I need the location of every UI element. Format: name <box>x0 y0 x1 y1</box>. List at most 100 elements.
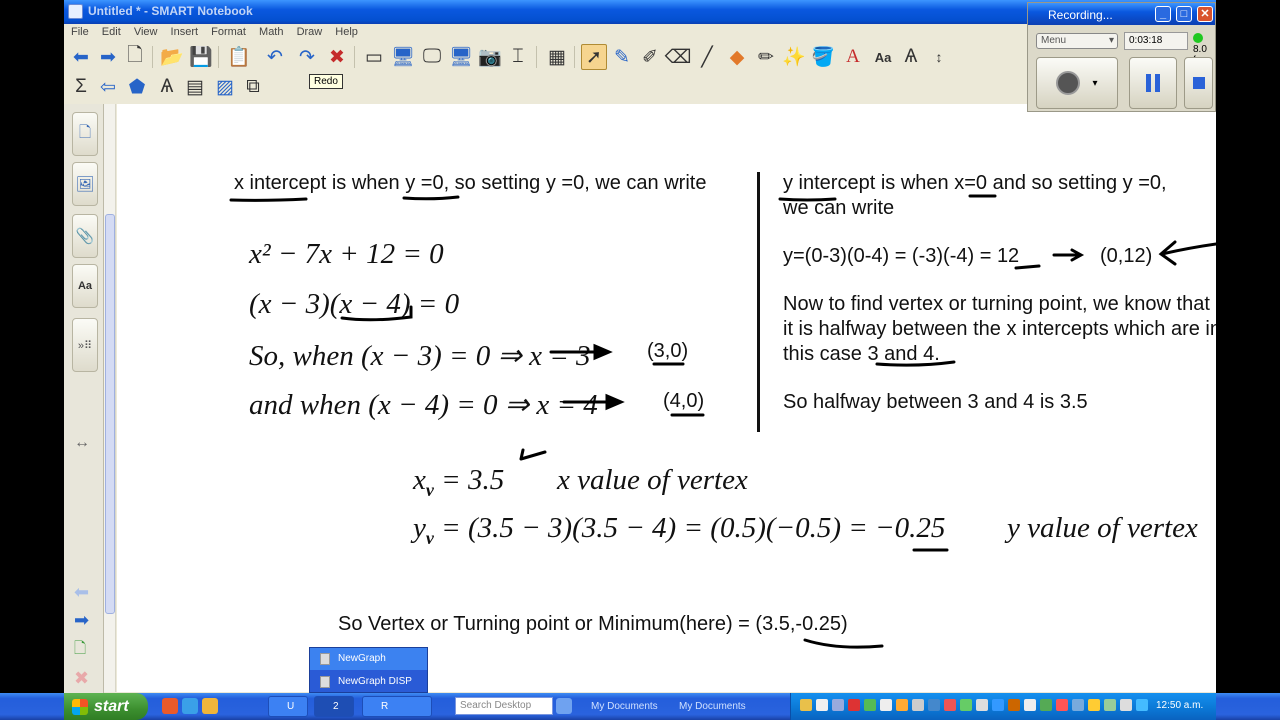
line-icon[interactable]: ╱ <box>694 44 720 70</box>
table-icon[interactable]: ▦ <box>544 44 570 70</box>
dual-page-icon[interactable]: 🖥 <box>448 44 474 70</box>
menu-math[interactable]: Math <box>259 24 283 40</box>
tray-icon[interactable] <box>1072 699 1084 711</box>
transparent-background-icon[interactable]: 🖵 <box>419 44 445 70</box>
menu-file[interactable]: File <box>71 24 89 40</box>
next-page-icon[interactable]: ➡ <box>74 610 89 631</box>
move-toolbar-icon[interactable]: ↕ <box>926 44 952 70</box>
my-documents-link-1[interactable]: My Documents <box>591 701 658 712</box>
handwriting-recognition-icon[interactable]: Ѧ <box>898 44 924 70</box>
graph-icon[interactable]: ▨ <box>212 74 238 100</box>
tray-icon[interactable] <box>992 699 1004 711</box>
select-cursor-icon[interactable]: ➚ <box>581 44 607 70</box>
pen-icon[interactable]: ✎ <box>609 44 635 70</box>
tray-icon[interactable] <box>1120 699 1132 711</box>
tray-icon[interactable] <box>864 699 876 711</box>
add-page-side-icon[interactable]: 🗋 <box>74 638 86 663</box>
eraser-icon[interactable]: ⌫ <box>665 44 692 70</box>
search-icon[interactable] <box>556 698 572 714</box>
fill-icon[interactable]: 🪣 <box>810 44 836 70</box>
menu-view[interactable]: View <box>134 24 158 40</box>
popup-item-newgraph[interactable]: NewGraph <box>310 648 427 670</box>
menu-draw[interactable]: Draw <box>297 24 323 40</box>
tray-icon[interactable] <box>1024 699 1036 711</box>
tray-icon[interactable] <box>928 699 940 711</box>
shape-recognition-pen-icon[interactable]: ✏ <box>753 44 779 70</box>
chrome-icon[interactable] <box>162 698 178 714</box>
magic-pen-icon[interactable]: ✨ <box>781 44 807 70</box>
stop-button[interactable] <box>1184 57 1213 109</box>
forward-arrow-icon[interactable]: ➡ <box>95 44 121 70</box>
menu-edit[interactable]: Edit <box>102 24 121 40</box>
tray-icon[interactable] <box>896 699 908 711</box>
minimize-icon[interactable]: _ <box>1155 6 1171 22</box>
resize-arrows-icon[interactable]: ↔ <box>74 434 90 452</box>
popup-item-newgraph-disp[interactable]: NewGraph DISP <box>310 671 427 693</box>
tray-icon[interactable] <box>848 699 860 711</box>
vertical-scrollbar[interactable] <box>104 104 116 692</box>
quick-launch-icon[interactable] <box>202 698 218 714</box>
tray-icon[interactable] <box>976 699 988 711</box>
tray-icon[interactable] <box>880 699 892 711</box>
back-arrow-icon[interactable]: ⬅ <box>68 44 94 70</box>
math-sigma-icon[interactable]: Σ <box>68 74 94 100</box>
more-tabs-icon[interactable]: »⠿ <box>72 318 98 372</box>
tray-icon[interactable] <box>944 699 956 711</box>
scrollbar-thumb[interactable] <box>105 214 115 614</box>
properties-tab-icon[interactable]: Aa <box>72 264 98 308</box>
arrow-shape-icon[interactable]: ⇦ <box>95 74 121 100</box>
prev-page-icon[interactable]: ⬅ <box>74 582 89 603</box>
tray-icon[interactable] <box>1040 699 1052 711</box>
tray-icon[interactable] <box>912 699 924 711</box>
notebook-page[interactable]: x intercept is when y =0, so setting y =… <box>117 104 1216 692</box>
tray-icon[interactable] <box>832 699 844 711</box>
underline-3-and-4 <box>875 360 956 367</box>
taskbar-task-r[interactable]: R <box>362 696 432 717</box>
close-icon[interactable]: ✕ <box>1197 6 1213 22</box>
menu-help[interactable]: Help <box>335 24 358 40</box>
taskbar-task-group[interactable]: 2 <box>314 696 354 717</box>
save-icon[interactable]: 💾 <box>188 44 214 70</box>
maximize-icon[interactable]: □ <box>1176 6 1192 22</box>
recorder-menu-dropdown[interactable]: Menu ▾ <box>1036 33 1118 49</box>
text-icon[interactable]: A <box>840 44 866 70</box>
desktop-search-input[interactable]: Search Desktop <box>455 697 553 715</box>
gallery-shapes-icon[interactable]: ⧉ <box>240 74 266 100</box>
tray-icon[interactable] <box>800 699 812 711</box>
tray-icon[interactable] <box>1008 699 1020 711</box>
tray-icon[interactable] <box>1104 699 1116 711</box>
tray-icon[interactable] <box>960 699 972 711</box>
tray-icon[interactable] <box>816 699 828 711</box>
document-camera-icon[interactable]: ⌶ <box>505 44 531 70</box>
pause-button[interactable] <box>1129 57 1177 109</box>
redo-icon[interactable]: ↷ <box>294 44 320 70</box>
text-properties-icon[interactable]: Aa <box>870 44 896 70</box>
compass-icon[interactable]: Ѧ <box>154 74 180 100</box>
taskbar-task-u[interactable]: U <box>268 696 308 717</box>
my-documents-link-2[interactable]: My Documents <box>679 701 746 712</box>
undo-icon[interactable]: ↶ <box>262 44 288 70</box>
add-page-icon[interactable]: 🗋 <box>122 44 148 70</box>
delete-icon[interactable]: ✖ <box>324 44 350 70</box>
delete-page-icon[interactable]: ✖ <box>74 668 89 689</box>
shapes-icon[interactable]: ◆ <box>724 44 750 70</box>
capture-icon[interactable]: 📷 <box>477 44 503 70</box>
page-sorter-tab-icon[interactable]: 🗋 <box>72 112 98 156</box>
start-button[interactable]: start <box>64 693 148 720</box>
gallery-tab-icon[interactable]: 🖼 <box>72 162 98 206</box>
menu-insert[interactable]: Insert <box>171 24 199 40</box>
full-screen-icon[interactable]: 🖥 <box>390 44 416 70</box>
tray-icon[interactable] <box>1088 699 1100 711</box>
3d-shape-icon[interactable]: ⬟ <box>124 74 150 100</box>
graph-table-icon[interactable]: ▤ <box>182 74 208 100</box>
ie-icon[interactable] <box>182 698 198 714</box>
paste-icon[interactable]: 📋 <box>226 44 252 70</box>
screen-shade-icon[interactable]: ▭ <box>361 44 387 70</box>
open-folder-icon[interactable]: 📂 <box>159 44 185 70</box>
tray-icon[interactable] <box>1136 699 1148 711</box>
record-button[interactable]: ▾ <box>1036 57 1118 109</box>
menu-format[interactable]: Format <box>211 24 246 40</box>
attachments-tab-icon[interactable]: 📎 <box>72 214 98 258</box>
tray-icon[interactable] <box>1056 699 1068 711</box>
creative-pen-icon[interactable]: ✐ <box>637 44 663 70</box>
